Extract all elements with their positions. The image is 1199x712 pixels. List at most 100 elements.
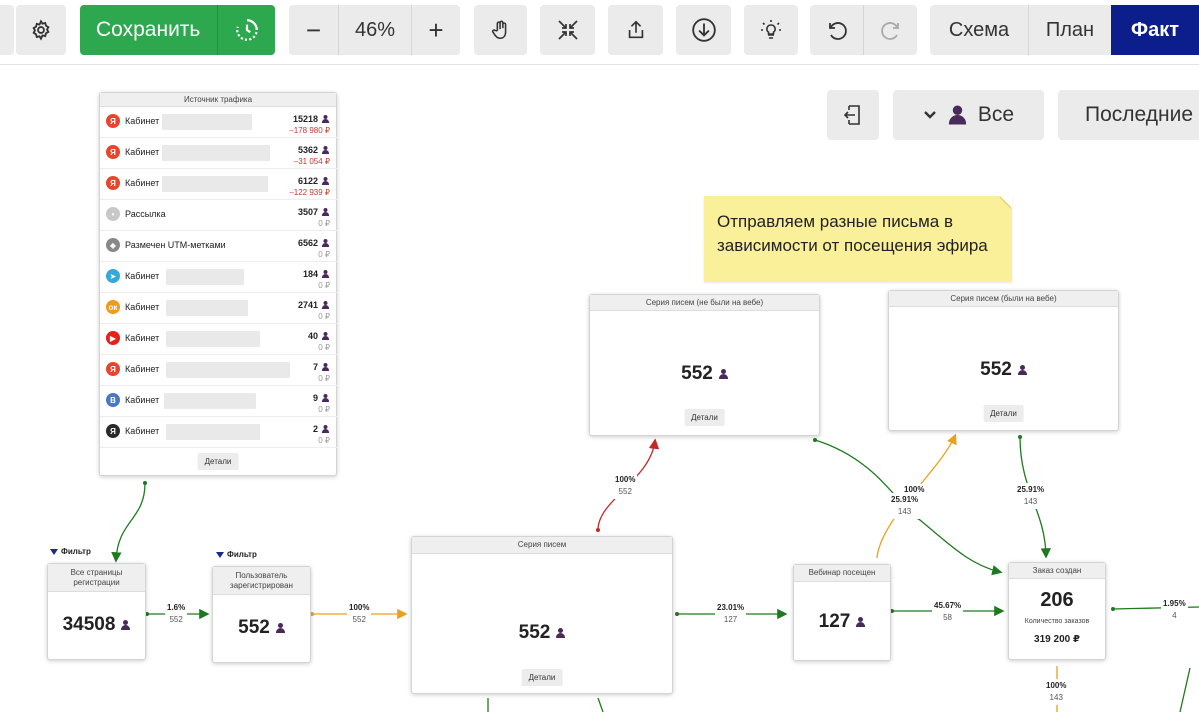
- person-icon: [321, 301, 330, 309]
- node-title: Серия писем (были на вебе): [889, 291, 1118, 307]
- redacted-text: [166, 362, 290, 378]
- edge-percent: 100%: [615, 475, 636, 484]
- yandex-icon: Я: [106, 176, 120, 190]
- person-icon: [321, 239, 330, 247]
- node-title: Серия писем (не были на вебе): [590, 295, 819, 311]
- edge-label: 1.95% 4: [1161, 597, 1188, 623]
- source-money: 0 ₽: [318, 405, 330, 414]
- person-icon: [321, 270, 330, 278]
- node-series-not-web[interactable]: Серия писем (не были на вебе) 552 Детали: [589, 294, 820, 436]
- sticky-note[interactable]: Отправляем разные письма в зависимости о…: [704, 196, 1012, 282]
- source-count: 7: [312, 362, 318, 372]
- source-money: 0 ₽: [318, 281, 330, 290]
- yandex-dark-icon: Я: [106, 424, 120, 438]
- tag-icon: ◆: [106, 238, 120, 252]
- details-button[interactable]: Детали: [197, 453, 239, 470]
- person-icon: [321, 208, 330, 216]
- person-icon: [321, 394, 330, 402]
- node-value-number: 552: [980, 359, 1012, 380]
- redacted-text: [164, 393, 256, 409]
- source-money: 0 ₽: [318, 436, 330, 445]
- edge-count: 4: [1172, 611, 1177, 620]
- edge-count: 58: [943, 613, 953, 622]
- edge-percent: 100%: [1046, 681, 1067, 690]
- details-button[interactable]: Детали: [684, 409, 725, 426]
- node-registered[interactable]: Пользователь зарегистрирован 552: [212, 566, 311, 663]
- note-text: Отправляем разные письма в зависимости о…: [717, 212, 988, 255]
- person-icon: [275, 623, 285, 633]
- traffic-source-node[interactable]: Источник трафика Я Кабинет 15218 –178 980 ₽…: [99, 92, 338, 476]
- source-label: Кабинет: [125, 426, 160, 436]
- edge-count: 552: [169, 615, 183, 624]
- traffic-source-row[interactable]: ок Кабинет 2741 0 ₽: [100, 293, 338, 324]
- node-email-series[interactable]: Серия писем 552 Детали: [411, 536, 673, 694]
- traffic-source-row[interactable]: Я Кабинет 7 0 ₽: [100, 355, 338, 386]
- source-count: 9: [312, 393, 318, 403]
- source-money: –122 939 ₽: [289, 188, 330, 197]
- vk-icon: В: [106, 393, 120, 407]
- source-count: 6562: [297, 238, 318, 248]
- person-icon: [321, 115, 330, 123]
- edge-label: 100% 552: [347, 601, 372, 627]
- source-count: 2741: [297, 300, 318, 310]
- yandex-icon: Я: [106, 114, 120, 128]
- source-money: 0 ₽: [318, 250, 330, 259]
- edge-series-down-b: [597, 697, 604, 712]
- node-series-web[interactable]: Серия писем (были на вебе) 552 Детали: [888, 290, 1119, 431]
- source-count: 6122: [297, 176, 318, 186]
- person-icon: [321, 146, 330, 154]
- redacted-text: [162, 145, 270, 161]
- edge-count: 143: [1049, 693, 1063, 702]
- traffic-source-row[interactable]: В Кабинет 9 0 ₽: [100, 386, 338, 417]
- traffic-source-row[interactable]: ◆ Размечен UTM-метками 6562 0 ₽: [100, 231, 338, 262]
- traffic-source-row[interactable]: Я Кабинет 15218 –178 980 ₽: [100, 107, 338, 138]
- source-count: 5362: [297, 145, 318, 155]
- node-value: 552: [412, 622, 672, 644]
- source-count: 3507: [297, 207, 318, 217]
- redacted-text: [166, 424, 260, 440]
- node-value: 552: [889, 359, 1118, 381]
- redacted-text: [162, 114, 252, 130]
- source-money: 0 ₽: [318, 312, 330, 321]
- traffic-source-row[interactable]: ➤ Кабинет 184 0 ₽: [100, 262, 338, 293]
- source-label: Кабинет: [125, 302, 160, 312]
- telegram-icon: ➤: [106, 269, 120, 283]
- filter-icon: [50, 548, 58, 555]
- source-label: Кабинет: [125, 178, 160, 188]
- source-count: 40: [307, 331, 318, 341]
- traffic-source-row[interactable]: ▶ Кабинет 40 0 ₽: [100, 324, 338, 355]
- traffic-source-row[interactable]: • Рассылка 3507 0 ₽: [100, 200, 338, 231]
- filter-label: Фильтр: [61, 547, 91, 556]
- details-button[interactable]: Детали: [521, 669, 563, 686]
- node-webinar[interactable]: Вебинар посещен 127: [793, 564, 891, 661]
- edge-far-right: [1179, 667, 1191, 712]
- traffic-source-row[interactable]: Я Кабинет 5362 –31 054 ₽: [100, 138, 338, 169]
- source-money: –178 980 ₽: [289, 126, 330, 135]
- edge-label: 1.6% 552: [165, 601, 188, 627]
- edge-percent: 100%: [349, 603, 370, 612]
- redacted-text: [162, 176, 268, 192]
- person-icon: [321, 332, 330, 340]
- mailing-icon: •: [106, 207, 120, 221]
- edge-percent: 1.6%: [167, 603, 186, 612]
- details-button[interactable]: Детали: [983, 405, 1024, 422]
- filter-tag[interactable]: Фильтр: [216, 550, 257, 559]
- traffic-source-row[interactable]: Я Кабинет 2 0 ₽: [100, 417, 338, 448]
- filter-label: Фильтр: [227, 550, 257, 559]
- edge-label: 45.67% 58: [932, 599, 964, 625]
- filter-tag[interactable]: Фильтр: [50, 547, 91, 556]
- node-value: 34508: [48, 614, 145, 636]
- node-value-number: 127: [818, 611, 851, 632]
- node-title: Серия писем: [412, 537, 672, 554]
- traffic-source-row[interactable]: Я Кабинет 6122 –122 939 ₽: [100, 169, 338, 200]
- node-value: 206: [1040, 589, 1074, 611]
- odnoklassniki-icon: ок: [106, 300, 120, 314]
- source-label: Рассылка: [125, 209, 166, 219]
- edge-count: 552: [352, 615, 366, 624]
- node-value-number: 552: [238, 617, 270, 638]
- edge-percent: 25.91%: [891, 495, 919, 504]
- node-all-pages[interactable]: Все страницы регистрации 34508: [47, 563, 146, 660]
- node-order[interactable]: Заказ создан 206 Количество заказов 319 …: [1008, 562, 1106, 660]
- node-title: Вебинар посещен: [794, 565, 890, 582]
- source-label: Кабинет: [125, 147, 160, 157]
